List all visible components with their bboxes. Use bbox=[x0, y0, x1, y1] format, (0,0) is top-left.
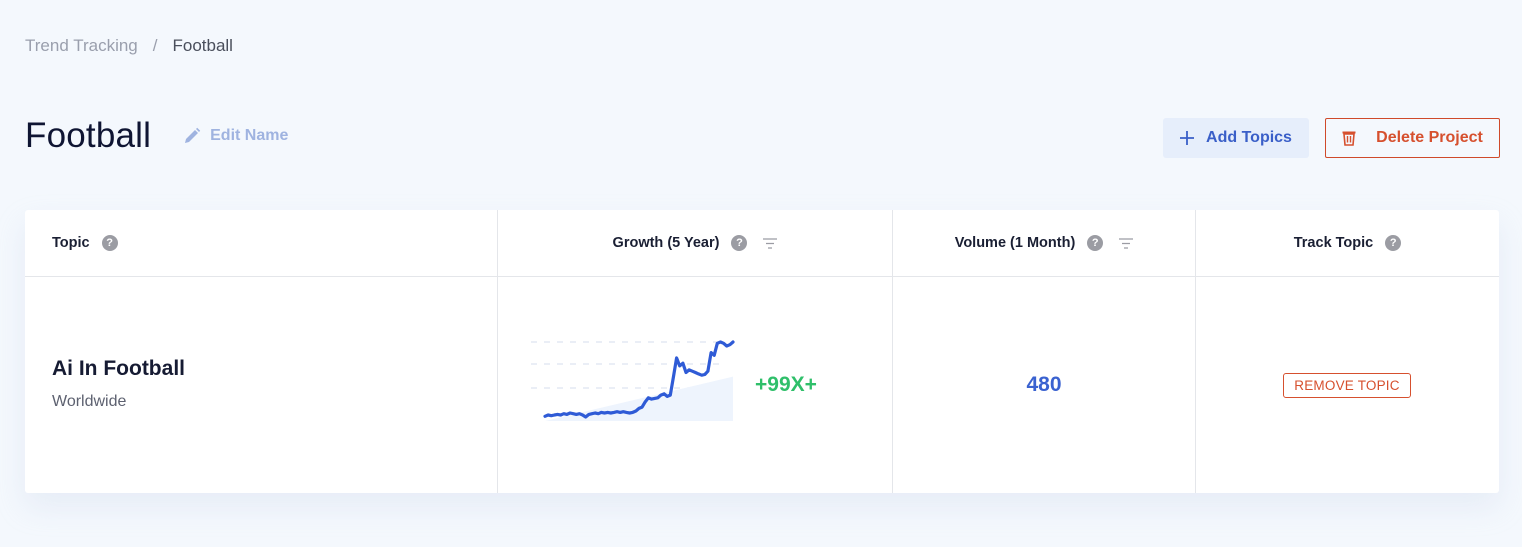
volume-cell: 480 bbox=[893, 277, 1195, 493]
plus-icon bbox=[1180, 131, 1195, 145]
growth-sparkline bbox=[531, 340, 735, 421]
add-topics-button[interactable]: Add Topics bbox=[1163, 118, 1309, 158]
sparkline-gridlines bbox=[531, 341, 726, 389]
page-title: Football bbox=[25, 116, 152, 155]
breadcrumb-trend-tracking[interactable]: Trend Tracking bbox=[25, 36, 138, 56]
header-track-label: Track Topic bbox=[1293, 235, 1374, 251]
title-row: Football Edit Name bbox=[25, 116, 288, 156]
track-cell: REMOVE TOPIC bbox=[1196, 277, 1499, 493]
edit-name-label: Edit Name bbox=[210, 127, 289, 144]
topic-region: Worldwide bbox=[52, 393, 127, 410]
help-icon[interactable]: ? bbox=[1385, 235, 1402, 251]
sort-filter-icon[interactable] bbox=[763, 237, 778, 249]
header-growth: Growth (5 Year) ? bbox=[498, 210, 892, 277]
header-growth-label: Growth (5 Year) bbox=[612, 235, 720, 251]
breadcrumb-current: Football bbox=[172, 36, 233, 55]
volume-value: 480 bbox=[1026, 373, 1062, 396]
header-track: Track Topic ? bbox=[1196, 210, 1499, 277]
add-topics-label: Add Topics bbox=[1206, 129, 1292, 146]
table-row: Ai In Football Worldwide bbox=[25, 277, 497, 493]
header-topic-label: Topic bbox=[52, 235, 90, 251]
breadcrumb: Trend Tracking / Football bbox=[25, 36, 233, 56]
header-volume: Volume (1 Month) ? bbox=[893, 210, 1195, 277]
column-topic: Topic ? Ai In Football Worldwide bbox=[25, 210, 497, 493]
help-icon[interactable]: ? bbox=[731, 235, 748, 251]
sort-filter-icon[interactable] bbox=[1119, 237, 1134, 249]
column-track: Track Topic ? REMOVE TOPIC bbox=[1195, 210, 1499, 493]
breadcrumb-separator: / bbox=[152, 36, 158, 55]
column-growth: Growth (5 Year) ? +99X+ bbox=[497, 210, 892, 493]
delete-project-label: Delete Project bbox=[1376, 129, 1483, 146]
topics-table: Topic ? Ai In Football Worldwide Growth … bbox=[25, 210, 1499, 493]
pencil-icon bbox=[185, 127, 201, 143]
growth-cell: +99X+ bbox=[498, 277, 892, 493]
header-topic: Topic ? bbox=[25, 210, 497, 277]
delete-project-button[interactable]: Delete Project bbox=[1325, 118, 1500, 158]
header-volume-label: Volume (1 Month) bbox=[954, 235, 1076, 251]
topic-name[interactable]: Ai In Football bbox=[52, 357, 185, 381]
column-volume: Volume (1 Month) ? 480 bbox=[892, 210, 1195, 493]
edit-name-button[interactable]: Edit Name bbox=[183, 127, 288, 145]
growth-value: +99X+ bbox=[755, 373, 817, 396]
help-icon[interactable]: ? bbox=[101, 235, 118, 251]
remove-topic-button[interactable]: REMOVE TOPIC bbox=[1283, 373, 1411, 398]
help-icon[interactable]: ? bbox=[1087, 235, 1104, 251]
trash-icon bbox=[1342, 131, 1356, 146]
